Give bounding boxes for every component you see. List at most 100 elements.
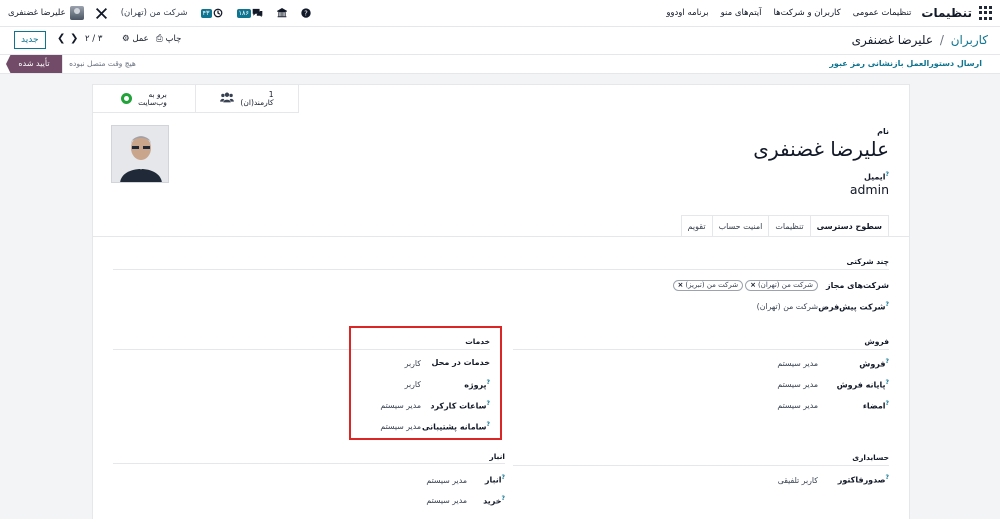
control-panel: کاربران / علیرضا غضنفری جدید ❮ ❯ ۲ / ۳ ⚙… [0,27,1000,55]
breadcrumb-users[interactable]: کاربران [951,33,988,47]
building-icon[interactable] [277,8,287,18]
new-button[interactable]: جدید [14,31,46,49]
multi-company-title: چند شرکتی [846,257,889,266]
employees-smart-button[interactable]: 1 کارمند(ان) [196,85,299,113]
email-label-text: ایمیل [864,172,886,182]
main-navbar: علیرضا غضنفری شرکت من (تهران) ۴۳ ۱۸۶ ? ت… [0,0,1000,27]
app-name[interactable]: تنظیمات [921,6,972,20]
help-tooltip-icon[interactable]: ? [886,379,889,386]
status-confirmed[interactable]: تأیید شده [6,55,62,73]
purchase-field[interactable]: مدیر سیستم [426,496,467,505]
print-label: چاپ [165,34,182,44]
website-smart-button[interactable]: برو به وب‌سایت [93,85,196,113]
inventory-divider [113,463,505,464]
website-smart-text: برو به وب‌سایت [138,90,167,107]
notebook-tabs: سطوح دسترسی تنظیمات امنیت حساب تقویم [680,215,889,237]
activity-icon[interactable]: ۴۳ [200,8,223,18]
employee-label: کارمند(ان) [240,97,274,107]
user-name: علیرضا غضنفری [8,8,66,18]
inventory-title: انبار [489,452,505,461]
tag-remove-icon[interactable]: × [678,281,684,289]
help-tooltip-icon[interactable]: ? [886,358,889,365]
pager-value[interactable]: ۲ / ۳ [85,34,102,44]
menu-users-companies[interactable]: کاربران و شرکت‌ها [774,8,841,18]
invoicing-label: صدورفاکتور? [838,474,889,485]
name-label: نام [877,127,889,136]
globe-icon [121,93,133,104]
form-sheet: برو به وب‌سایت 1 کارمند(ان) نام علیرضا غ… [92,84,910,519]
pos-field[interactable]: مدیر سیستم [777,380,818,389]
multi-company-divider [113,269,889,270]
sales-app-label-text: فروش [859,359,886,369]
sales-app-label: فروش? [859,358,889,369]
tabs-divider [93,236,909,237]
inventory-field[interactable]: مدیر سیستم [426,476,467,485]
navbar-systray: علیرضا غضنفری شرکت من (تهران) ۴۳ ۱۸۶ ? [0,6,318,20]
company-tag[interactable]: × شرکت من (تبریز) [672,280,744,291]
default-company-label-text: شرکت پیش‌فرض [818,302,886,312]
status-never-connected[interactable]: هیچ وقت متصل نبوده [62,55,142,73]
default-company-label: شرکت پیش‌فرض? [818,301,889,312]
sales-title: فروش [864,337,889,346]
gear-icon: ⚙ [122,34,130,44]
company-tag-label: شرکت من (تهران) [757,281,813,289]
help-tooltip-icon[interactable]: ? [502,495,505,502]
email-field[interactable]: admin [850,182,889,197]
action-menu[interactable]: ⚙ عمل [122,34,149,44]
help-tooltip-icon[interactable]: ? [886,474,889,481]
allowed-companies-field[interactable]: × شرکت من (تبریز) × شرکت من (تهران) [671,280,818,291]
activity-badge: ۴۳ [200,8,212,18]
invoicing-field[interactable]: کاربر تلفیقی [778,476,818,485]
print-menu[interactable]: ⎙ چاپ [156,34,181,44]
tab-calendar[interactable]: تقویم [680,215,713,237]
breadcrumb: کاربران / علیرضا غضنفری [852,33,988,47]
menu-odoo-apps[interactable]: برنامه اودوو [666,8,708,18]
highlight-box [349,326,502,440]
sign-field[interactable]: مدیر سیستم [777,401,818,410]
users-icon [220,92,235,106]
default-company-field[interactable]: شرکت من (تهران) [757,302,818,311]
action-label: عمل [132,34,149,44]
help-tooltip-icon[interactable]: ? [502,474,505,481]
sales-divider [513,349,889,350]
user-menu[interactable]: علیرضا غضنفری [8,6,88,20]
breadcrumb-current: علیرضا غضنفری [851,33,934,47]
tag-remove-icon[interactable]: × [750,281,756,289]
accounting-title: حسابداری [852,453,889,462]
website-line2: وب‌سایت [138,97,167,107]
chat-badge: ۱۸۶ [236,8,251,18]
menu-menu-items[interactable]: آیتم‌های منو [721,8,762,18]
reset-password-button[interactable]: ارسال دستورالعمل بازنشانی رمز عبور [829,59,982,68]
help-icon[interactable]: ? [301,8,311,18]
tab-access-rights[interactable]: سطوح دسترسی [809,215,889,237]
help-tooltip-icon[interactable]: ? [886,171,889,178]
help-tooltip-icon[interactable]: ? [886,400,889,407]
sign-label: امضاء? [863,400,889,411]
invoicing-label-text: صدورفاکتور [837,475,886,485]
pager-next-icon[interactable]: ❯ [70,33,78,44]
help-tooltip-icon[interactable]: ? [886,301,889,308]
user-avatar [69,6,84,20]
user-photo[interactable] [111,125,169,183]
employees-smart-text: 1 کارمند(ان) [240,90,274,107]
company-switcher[interactable]: شرکت من (تهران) [121,8,188,18]
pos-label-text: پایانه فروش [836,380,886,390]
debug-tools-icon[interactable] [95,7,108,20]
company-tag[interactable]: × شرکت من (تهران) [745,280,818,291]
menu-general-settings[interactable]: تنظیمات عمومی [853,8,912,18]
name-field[interactable]: علیرضا غضنفری [753,137,889,161]
email-label: ایمیل? [864,171,889,182]
chat-icon[interactable]: ۱۸۶ [236,8,263,18]
navbar-menu: تنظیمات تنظیمات عمومی کاربران و شرکت‌ها … [654,6,1000,20]
pager-previous-icon[interactable]: ❮ [57,33,65,44]
tab-preferences[interactable]: تنظیمات [768,215,811,237]
purchase-label: خرید? [483,495,505,506]
print-icon: ⎙ [156,34,163,44]
accounting-divider [513,465,889,466]
sales-app-field[interactable]: مدیر سیستم [777,359,818,368]
purchase-label-text: خرید [483,496,502,506]
sign-label-text: امضاء [862,401,886,411]
company-tag-label: شرکت من (تبریز) [685,281,739,289]
apps-menu-icon[interactable] [978,6,992,20]
tab-account-security[interactable]: امنیت حساب [711,215,770,237]
